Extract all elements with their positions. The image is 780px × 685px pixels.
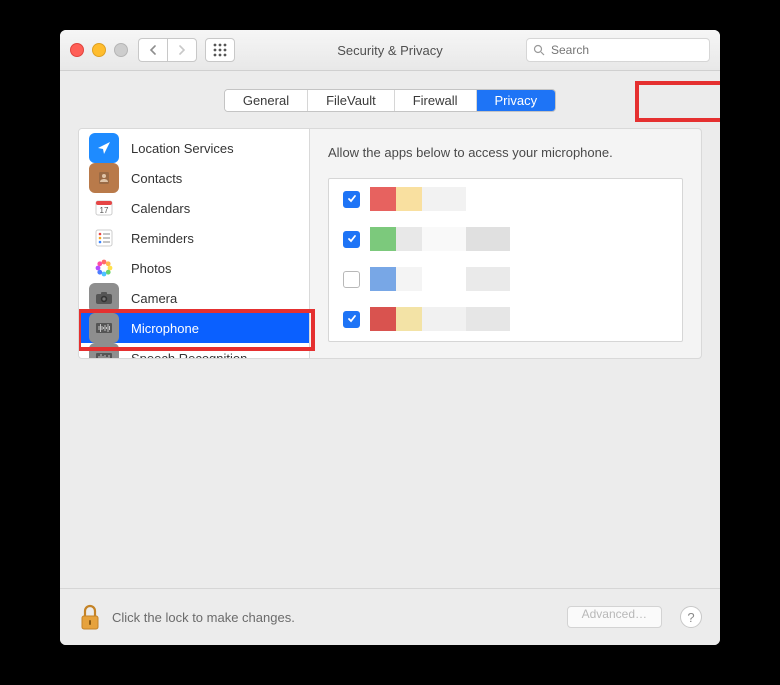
svg-text:17: 17: [100, 206, 109, 215]
advanced-button[interactable]: Advanced…: [567, 606, 662, 628]
tab-firewall[interactable]: Firewall: [395, 90, 477, 111]
app-row: [329, 259, 682, 299]
tab-general[interactable]: General: [225, 90, 308, 111]
camera-icon: [89, 283, 119, 313]
help-button[interactable]: ?: [680, 606, 702, 628]
app-row: [329, 299, 682, 339]
tab-privacy[interactable]: Privacy: [477, 90, 556, 111]
calendar-icon: 17: [89, 193, 119, 223]
nav-buttons: [138, 38, 197, 62]
sidebar-item-camera[interactable]: Camera: [79, 283, 309, 313]
app-checkbox[interactable]: [343, 271, 360, 288]
window-body: GeneralFileVaultFirewallPrivacy Location…: [60, 71, 720, 645]
search-input[interactable]: [549, 42, 703, 58]
app-name-redacted: [370, 267, 668, 291]
app-name-redacted: [370, 307, 668, 331]
app-name-redacted: [370, 187, 668, 211]
sidebar-item-label: Contacts: [131, 171, 182, 186]
main-panel: Location Services Contacts 17 Calendars Remi…: [78, 128, 702, 359]
app-checkbox[interactable]: [343, 231, 360, 248]
footer: Click the lock to make changes. Advanced…: [60, 588, 720, 645]
tab-segment: GeneralFileVaultFirewallPrivacy: [224, 89, 556, 112]
sidebar-item-label: Camera: [131, 291, 177, 306]
app-name-redacted: [370, 227, 668, 251]
annotation-highlight-tab: [635, 81, 720, 122]
sidebar-item-label: Calendars: [131, 201, 190, 216]
lock-icon[interactable]: [78, 602, 102, 632]
sidebar-item-label: Speech Recognition: [131, 351, 247, 360]
back-button[interactable]: [138, 38, 167, 62]
titlebar: Security & Privacy: [60, 30, 720, 71]
search-field[interactable]: [526, 38, 710, 62]
sidebar-item-photos[interactable]: Photos: [79, 253, 309, 283]
microphone-icon: [89, 313, 119, 343]
privacy-sidebar: Location Services Contacts 17 Calendars Remi…: [79, 129, 310, 358]
reminders-icon: [89, 223, 119, 253]
app-checkbox[interactable]: [343, 311, 360, 328]
show-all-button[interactable]: [205, 38, 235, 62]
sidebar-item-label: Microphone: [131, 321, 199, 336]
content-area: Allow the apps below to access your micr…: [310, 129, 701, 358]
location-icon: [89, 133, 119, 163]
sidebar-item-contacts[interactable]: Contacts: [79, 163, 309, 193]
forward-button[interactable]: [167, 38, 197, 62]
sidebar-item-location[interactable]: Location Services: [79, 133, 309, 163]
speech-icon: [89, 343, 119, 359]
sidebar-item-label: Location Services: [131, 141, 234, 156]
app-list: [328, 178, 683, 342]
sidebar-item-speech[interactable]: Speech Recognition: [79, 343, 309, 359]
app-checkbox[interactable]: [343, 191, 360, 208]
content-heading: Allow the apps below to access your micr…: [328, 145, 683, 160]
close-icon[interactable]: [70, 43, 84, 57]
zoom-icon[interactable]: [114, 43, 128, 57]
app-row: [329, 219, 682, 259]
photos-icon: [89, 253, 119, 283]
sidebar-item-calendars[interactable]: 17 Calendars: [79, 193, 309, 223]
search-icon: [533, 44, 545, 56]
sidebar-item-label: Reminders: [131, 231, 194, 246]
contacts-icon: [89, 163, 119, 193]
sidebar-item-microphone[interactable]: Microphone: [79, 313, 309, 343]
lock-hint: Click the lock to make changes.: [112, 610, 295, 625]
tab-bar: GeneralFileVaultFirewallPrivacy: [60, 89, 720, 112]
sidebar-item-label: Photos: [131, 261, 171, 276]
app-row: [329, 179, 682, 219]
sidebar-item-reminders[interactable]: Reminders: [79, 223, 309, 253]
prefs-window: Security & Privacy GeneralFileVaultFirew…: [60, 30, 720, 645]
tab-filevault[interactable]: FileVault: [308, 90, 395, 111]
minimize-icon[interactable]: [92, 43, 106, 57]
window-controls: [70, 43, 128, 57]
